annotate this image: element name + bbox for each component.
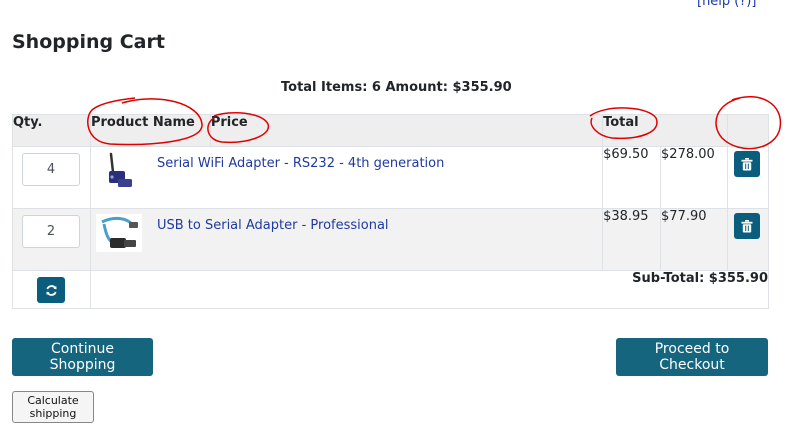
- delete-cell: [727, 146, 769, 209]
- cart-totals-summary: Total Items: 6 Amount: $355.90: [281, 80, 512, 95]
- product-cell: USB to Serial Adapter - Professional: [89, 208, 604, 271]
- price-cell: $69.50: [602, 146, 662, 209]
- column-header-product-name: Product Name: [89, 114, 211, 147]
- delete-item-button[interactable]: [734, 213, 760, 239]
- line-total-cell: $278.00: [660, 146, 728, 209]
- quantity-input[interactable]: [22, 215, 80, 248]
- proceed-to-checkout-button[interactable]: Proceed to Checkout: [616, 338, 768, 376]
- product-link[interactable]: Serial WiFi Adapter - RS232 - 4th genera…: [157, 156, 444, 172]
- update-cell: [12, 270, 91, 309]
- line-total-cell: $77.90: [660, 208, 728, 271]
- column-header-price: Price: [209, 114, 604, 147]
- column-header-qty: Qty.: [12, 114, 91, 147]
- column-header-actions: [727, 114, 769, 147]
- qty-cell: [12, 208, 91, 271]
- refresh-icon: [45, 284, 57, 296]
- update-cart-button[interactable]: [37, 277, 65, 303]
- quantity-input[interactable]: [22, 153, 80, 186]
- qty-cell: [12, 146, 91, 209]
- cart-table-header: Qty. Product Name Price Total: [12, 114, 769, 147]
- price-cell: $38.95: [602, 208, 662, 271]
- subtotal-row: Sub-Total: $355.90: [12, 270, 770, 309]
- page-title: Shopping Cart: [12, 31, 165, 53]
- cart-table: Qty. Product Name Price Total Serial: [12, 114, 770, 309]
- column-header-total: Total: [602, 114, 728, 147]
- delete-item-button[interactable]: [734, 151, 760, 177]
- usb-serial-cable-image[interactable]: [95, 214, 142, 252]
- calculate-shipping-button[interactable]: Calculate shipping: [12, 391, 94, 423]
- help-link[interactable]: [help (?)]: [697, 0, 756, 9]
- trash-icon: [741, 157, 753, 170]
- wifi-adapter-image[interactable]: [96, 152, 142, 190]
- product-link[interactable]: USB to Serial Adapter - Professional: [157, 218, 389, 234]
- continue-shopping-button[interactable]: Continue Shopping: [12, 338, 153, 376]
- product-cell: Serial WiFi Adapter - RS232 - 4th genera…: [89, 146, 604, 209]
- trash-icon: [741, 219, 753, 232]
- delete-cell: [727, 208, 769, 271]
- subtotal-text: Sub-Total: $355.90: [89, 270, 770, 309]
- table-row: USB to Serial Adapter - Professional $38…: [12, 208, 769, 271]
- table-row: Serial WiFi Adapter - RS232 - 4th genera…: [12, 146, 769, 209]
